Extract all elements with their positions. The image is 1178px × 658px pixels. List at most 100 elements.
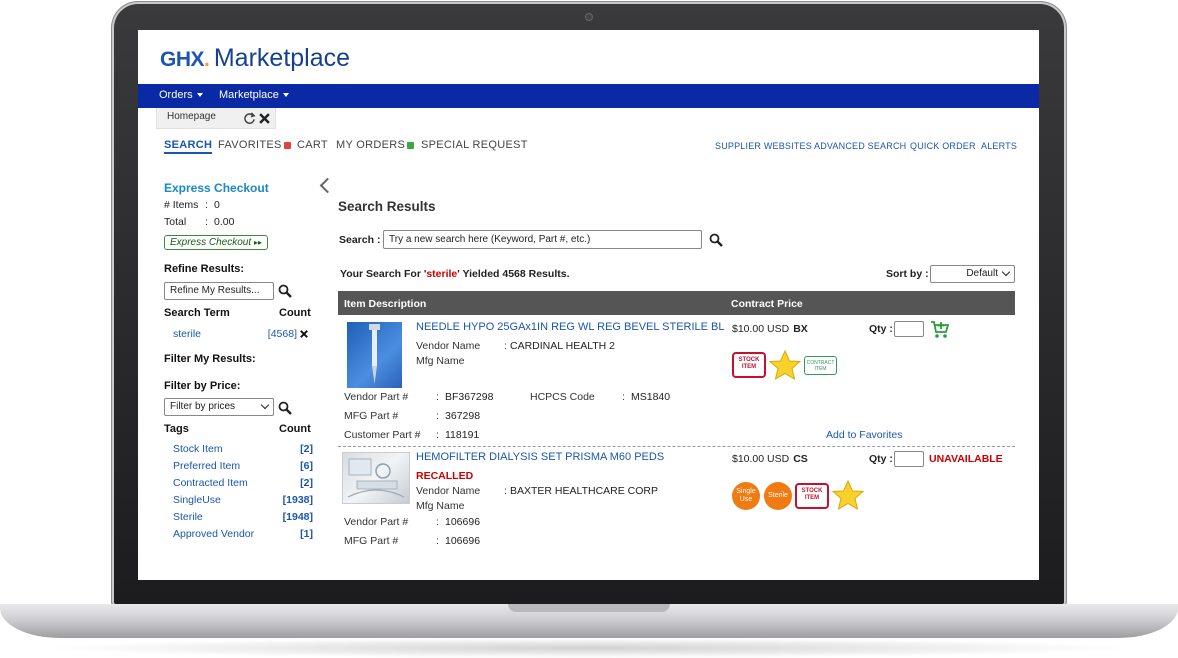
mfg-part-label: MFG Part #: [344, 535, 399, 547]
product-price: $10.00 USD BX: [732, 323, 808, 335]
tag-count[interactable]: [2]: [263, 443, 313, 455]
search-term-link[interactable]: sterile: [173, 328, 201, 340]
filter-price-title: Filter by Price:: [164, 380, 241, 392]
main-search-icon[interactable]: [709, 233, 723, 247]
vendor-part-value: 106696: [445, 516, 481, 528]
row-divider: [338, 446, 1015, 447]
filter-price-search-icon[interactable]: [278, 401, 292, 415]
topnav-special-request[interactable]: SPECIAL REQUEST: [421, 139, 528, 151]
tags-header: Tags: [164, 423, 189, 435]
laptop-shadow: [40, 638, 1138, 658]
vendor-label: Vendor Name: [416, 485, 481, 497]
results-summary: Your Search For 'sterile' Yielded 4568 R…: [340, 268, 569, 280]
orders-badge-icon: [407, 141, 415, 149]
topnav-my-orders[interactable]: MY ORDERS: [336, 139, 415, 151]
preferred-star-icon: [831, 479, 865, 511]
vendor-value: CARDINAL HEALTH 2: [510, 340, 616, 352]
tag-count[interactable]: [6]: [263, 460, 313, 472]
vendor-part-label: Vendor Part #: [344, 391, 409, 403]
tag-sterile[interactable]: Sterile: [173, 511, 203, 523]
dialysis-kit-icon: [347, 458, 405, 498]
topnav-my-orders-label: MY ORDERS: [336, 139, 406, 151]
laptop-notch: [508, 604, 670, 612]
tags-count-header: Count: [279, 423, 311, 435]
mfg-label: Mfg Name: [416, 355, 465, 367]
total-label: Total: [164, 216, 187, 228]
camera-icon: [585, 13, 593, 21]
nav-marketplace[interactable]: Marketplace: [219, 89, 289, 101]
filter-price-select[interactable]: Filter by prices: [164, 398, 274, 416]
filter-price-value: Filter by prices: [170, 401, 236, 412]
refine-results-title: Refine Results:: [164, 263, 245, 275]
add-to-cart-icon[interactable]: [930, 320, 950, 339]
tag-stock-item-icon: STOCK ITEM: [732, 352, 766, 378]
qty-input[interactable]: [894, 321, 924, 337]
vendor-value: BAXTER HEALTHCARE CORP: [510, 485, 658, 497]
tag-count[interactable]: [1948]: [263, 511, 313, 523]
refine-input[interactable]: Refine My Results...: [164, 282, 274, 300]
refine-search-icon[interactable]: [278, 284, 292, 298]
mfg-label: Mfg Name: [416, 500, 465, 512]
results-suffix: ' Yielded 4568 Results.: [457, 268, 570, 280]
tab-homepage[interactable]: Homepage: [156, 108, 276, 129]
nav-orders[interactable]: Orders: [159, 89, 203, 101]
link-advanced-search[interactable]: ADVANCED SEARCH: [814, 141, 906, 151]
tag-single-use-icon: Single Use: [732, 482, 760, 510]
total-value: 0.00: [214, 216, 235, 228]
nav-marketplace-label: Marketplace: [219, 89, 279, 101]
topnav-search[interactable]: SEARCH: [164, 139, 213, 154]
double-arrow-icon: ▸▸: [253, 238, 262, 247]
topnav-cart[interactable]: CART: [297, 139, 328, 151]
customer-part-label: Customer Part #: [344, 429, 421, 441]
mfg-part-value: 106696: [445, 535, 481, 547]
tag-contracted-item[interactable]: Contracted Item: [173, 477, 248, 489]
results-table-header: Item Description Contract Price: [338, 291, 1015, 315]
tag-count[interactable]: [2]: [263, 477, 313, 489]
product-name-link[interactable]: HEMOFILTER DIALYSIS SET PRISMA M60 PEDS: [416, 451, 664, 463]
count-header: Count: [279, 307, 311, 319]
tab-homepage-label: Homepage: [167, 111, 216, 122]
qty-input[interactable]: [894, 451, 924, 467]
items-value: 0: [214, 199, 220, 211]
favorites-badge-icon: [283, 141, 291, 149]
topnav-favorites-label: FAVORITES: [218, 139, 282, 151]
caret-down-icon: [196, 93, 203, 98]
express-checkout-title: Express Checkout: [164, 181, 269, 195]
app-logo[interactable]: GHX . Marketplace: [160, 44, 350, 73]
link-supplier-websites[interactable]: SUPPLIER WEBSITES: [715, 141, 812, 151]
tag-single-use[interactable]: SingleUse: [173, 494, 221, 506]
logo-dot: .: [204, 48, 210, 71]
remove-term-icon[interactable]: [300, 330, 308, 338]
tag-count[interactable]: [1938]: [263, 494, 313, 506]
collapse-sidebar-icon[interactable]: [319, 177, 336, 194]
main-search-input[interactable]: Try a new search here (Keyword, Part #, …: [383, 230, 702, 249]
product-image-kit[interactable]: [342, 452, 410, 504]
hcpcs-value: MS1840: [631, 391, 671, 403]
tag-approved-vendor[interactable]: Approved Vendor: [173, 528, 254, 540]
vendor-part-label: Vendor Part #: [344, 516, 409, 528]
logo-product: Marketplace: [213, 44, 351, 72]
qty-label: Qty :: [869, 453, 893, 465]
close-icon[interactable]: [259, 113, 271, 125]
nav-orders-label: Orders: [159, 89, 193, 101]
refresh-icon[interactable]: [243, 112, 256, 125]
express-checkout-button[interactable]: Express Checkout ▸▸: [164, 235, 268, 250]
search-term-count[interactable]: [4568]: [265, 328, 297, 340]
tag-stock-item[interactable]: Stock Item: [173, 443, 223, 455]
filter-results-title: Filter My Results:: [164, 353, 256, 365]
product-image-needle[interactable]: [347, 322, 402, 388]
product-name-link[interactable]: NEEDLE HYPO 25GAx1IN REG WL REG BEVEL ST…: [416, 321, 725, 333]
sort-label: Sort by :: [886, 268, 929, 280]
link-alerts[interactable]: ALERTS: [981, 141, 1017, 151]
sort-select[interactable]: Default: [930, 265, 1015, 283]
tag-count[interactable]: [1]: [263, 528, 313, 540]
add-to-favorites-link[interactable]: Add to Favorites: [826, 429, 902, 441]
search-term-header: Search Term: [164, 307, 230, 319]
vendor-part-value: BF367298: [445, 391, 494, 403]
logo-brand: GHX: [160, 48, 205, 71]
topnav-favorites[interactable]: FAVORITES: [218, 139, 291, 151]
tag-stock-item-icon: STOCK ITEM: [795, 483, 829, 509]
tag-preferred-item[interactable]: Preferred Item: [173, 460, 240, 472]
qty-label: Qty :: [869, 323, 893, 335]
link-quick-order[interactable]: QUICK ORDER: [910, 141, 976, 151]
